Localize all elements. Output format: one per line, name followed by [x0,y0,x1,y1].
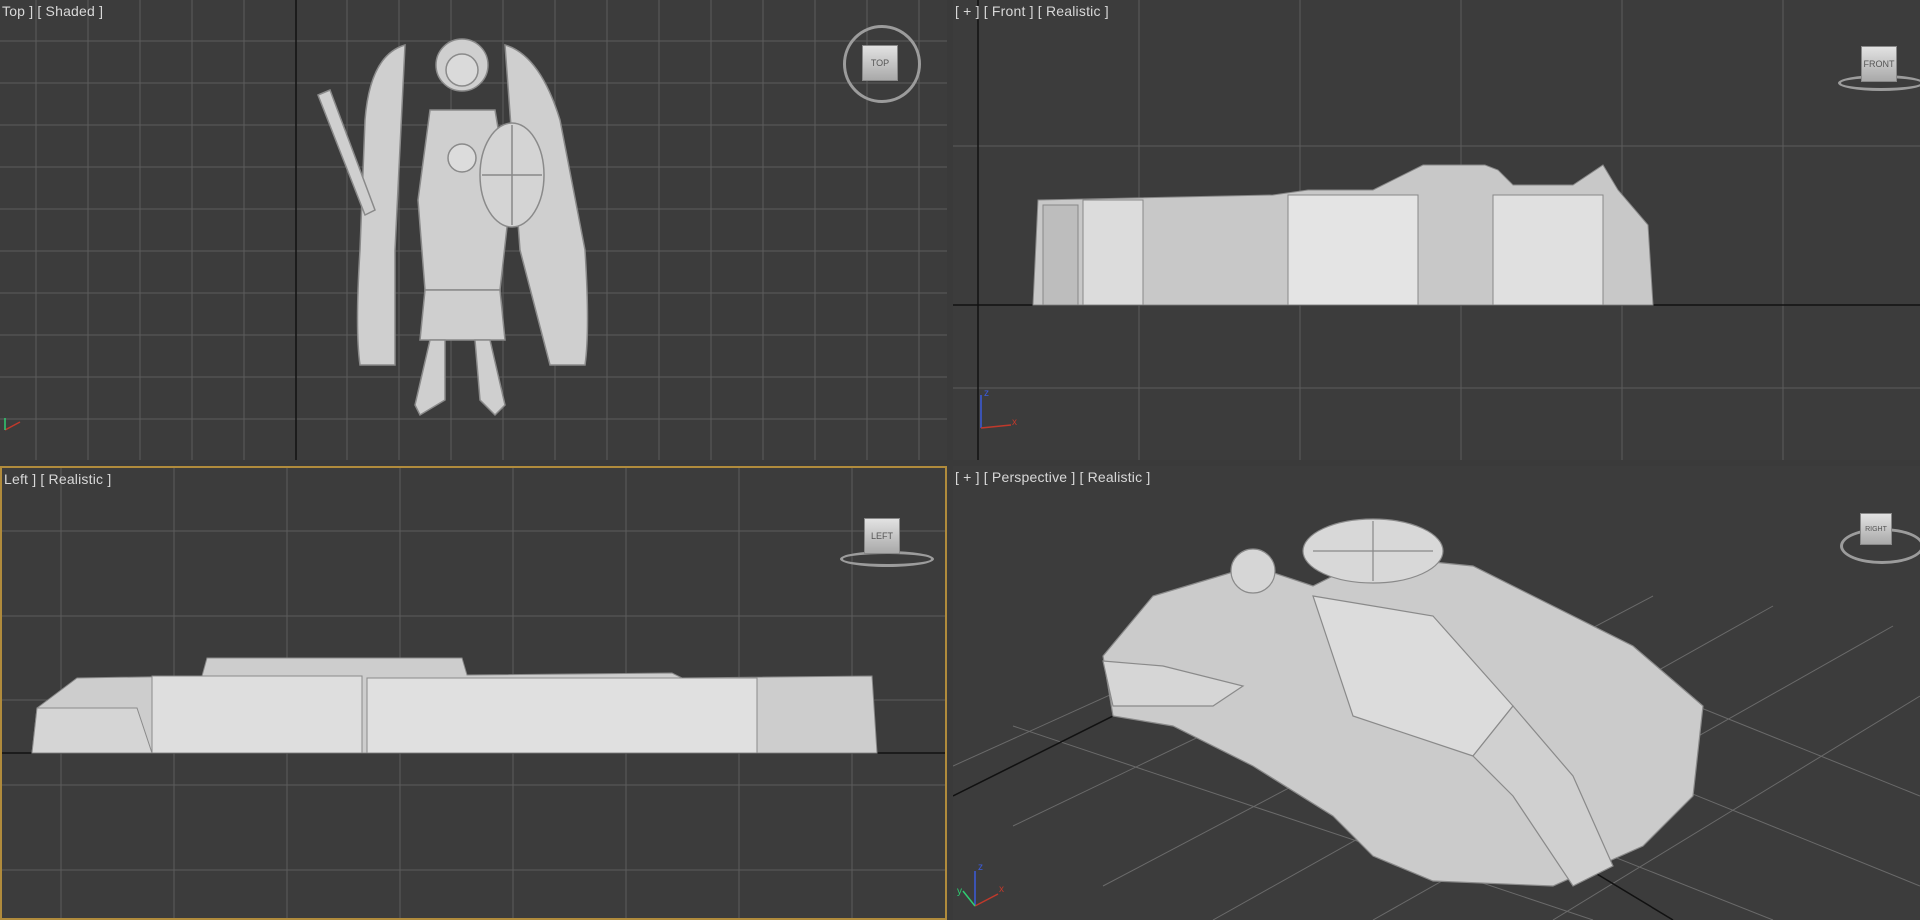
viewcube-front[interactable]: FRONT [1861,46,1897,82]
axis-y-label: y [957,886,962,897]
label-part: Left ] [4,471,37,487]
angel-model-left [31,657,878,754]
viewport-front-label[interactable]: [ + ][ Front ][ Realistic ] [955,3,1113,19]
viewport-perspective-label[interactable]: [ + ][ Perspective ][ Realistic ] [955,469,1155,485]
viewcube-top[interactable]: TOP [862,45,898,81]
viewcube-perspective[interactable]: RIGHT [1860,513,1892,545]
axis-z-label: z [984,388,989,399]
axis-z-label: z [978,862,983,873]
viewcube-face-label: FRONT [1863,59,1895,69]
label-part: [ + ] [955,3,980,19]
left-grid [2,468,945,918]
perspective-grid [953,518,1920,920]
viewport-front[interactable]: [ + ][ Front ][ Realistic ] FRONT z x [953,0,1920,460]
viewport-top[interactable]: Top ][ Shaded ] TOP [0,0,947,460]
axis-x-label: x [1012,417,1017,428]
label-part: [ Realistic ] [1037,3,1109,19]
viewport-left-active[interactable]: Left ][ Realistic ] LEFT [0,466,947,920]
angel-model-perspective [1102,518,1704,887]
viewcube-face-label: LEFT [870,531,893,541]
angel-model-top [317,38,589,417]
viewport-perspective[interactable]: [ + ][ Perspective ][ Realistic ] RIGHT … [953,466,1920,920]
label-part: [ + ] [955,469,980,485]
axis-x-label: x [999,884,1004,895]
label-part: [ Realistic ] [40,471,112,487]
viewcube-face-label: TOP [870,58,890,68]
viewcube-face-label: RIGHT [1865,525,1887,533]
label-part: [ Perspective ] [983,469,1076,485]
viewport-left-label[interactable]: Left ][ Realistic ] [4,471,115,487]
label-part: Top ] [2,3,34,19]
label-part: [ Front ] [983,3,1034,19]
front-grid [953,0,1920,460]
label-part: [ Shaded ] [37,3,104,19]
top-grid [0,0,947,460]
label-part: [ Realistic ] [1079,469,1151,485]
viewport-top-label[interactable]: Top ][ Shaded ] [2,3,107,19]
viewcube-left[interactable]: LEFT [864,518,900,554]
angel-model-front [1032,164,1654,306]
